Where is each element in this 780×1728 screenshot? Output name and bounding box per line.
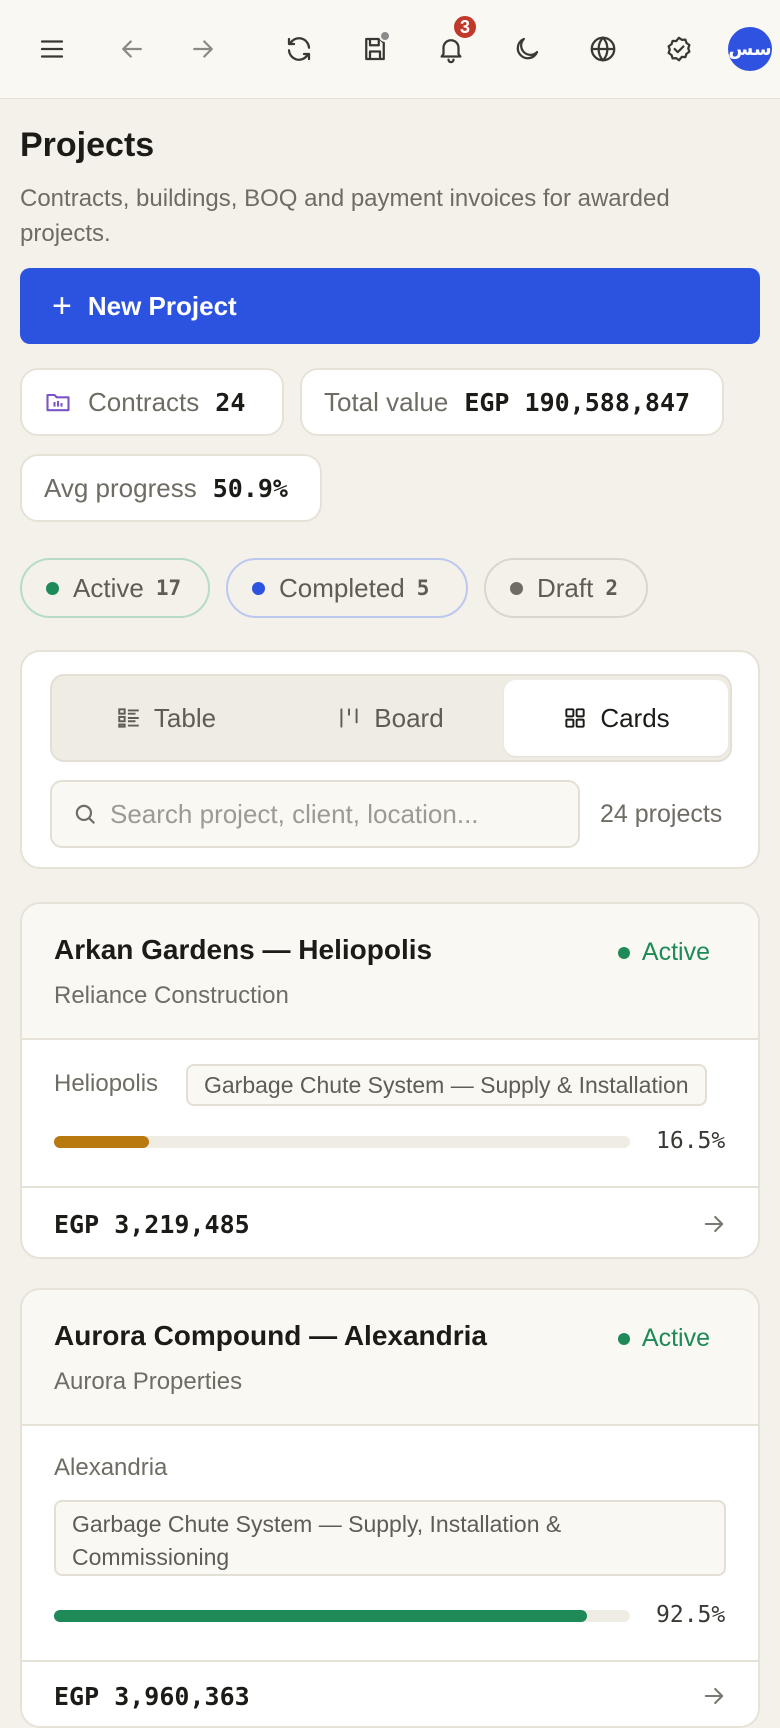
stat-avg-value: 50.9% xyxy=(212,473,288,503)
open-arrow-icon[interactable] xyxy=(700,1682,728,1710)
grid-cards-icon xyxy=(565,708,585,728)
status-chip-active[interactable]: Active 17 xyxy=(20,558,210,618)
project-count: 24 projects xyxy=(600,799,723,828)
project-card-footer: EGP 3,960,363 xyxy=(22,1660,758,1726)
status-chip-label: Draft xyxy=(537,572,594,603)
status-chip-label: Active xyxy=(73,572,144,603)
new-project-button[interactable]: + New Project xyxy=(20,268,760,344)
progress-percent: 92.5% xyxy=(656,1602,726,1628)
status-chip-completed[interactable]: Completed 5 xyxy=(226,558,468,618)
back-arrow-icon[interactable] xyxy=(110,27,154,71)
project-location: Heliopolis xyxy=(54,1070,159,1097)
project-card[interactable]: Aurora Compound — Alexandria Aurora Prop… xyxy=(20,1288,760,1728)
project-card-header: Aurora Compound — Alexandria Aurora Prop… xyxy=(22,1290,758,1426)
status-label: Active xyxy=(641,938,710,966)
project-title[interactable]: Aurora Compound — Alexandria xyxy=(54,1320,487,1352)
view-controls-panel: Table Board Cards 24 projects xyxy=(20,650,760,869)
status-chip-count: 17 xyxy=(155,576,182,600)
language-globe-icon[interactable] xyxy=(581,27,625,71)
project-amount: EGP 3,219,485 xyxy=(54,1210,250,1239)
tab-table-label: Table xyxy=(153,702,217,733)
project-location: Alexandria xyxy=(54,1454,168,1481)
verified-badge-icon[interactable] xyxy=(657,27,701,71)
top-bar: 3 سس xyxy=(0,0,780,99)
stat-avg-progress: Avg progress 50.9% xyxy=(20,454,322,522)
plus-icon: + xyxy=(52,287,72,325)
tab-board-label: Board xyxy=(374,702,444,733)
save-icon[interactable] xyxy=(353,27,397,71)
view-switcher: Table Board Cards xyxy=(50,674,732,762)
project-title[interactable]: Arkan Gardens — Heliopolis xyxy=(54,934,432,966)
project-card-footer: EGP 3,219,485 xyxy=(22,1186,758,1257)
stat-total-value-text: EGP 190,588,847 xyxy=(464,387,691,417)
stat-total-label: Total value xyxy=(324,386,449,417)
page-subtitle: Contracts, buildings, BOQ and payment in… xyxy=(20,185,670,247)
dark-mode-moon-icon[interactable] xyxy=(505,27,549,71)
completed-dot xyxy=(252,581,265,595)
project-card[interactable]: Arkan Gardens — Heliopolis Reliance Cons… xyxy=(20,902,760,1259)
unsaved-indicator xyxy=(379,30,391,42)
project-amount: EGP 3,960,363 xyxy=(54,1682,250,1711)
progress-percent: 16.5% xyxy=(656,1128,726,1154)
stat-contracts: Contracts 24 xyxy=(20,368,284,436)
folder-icon xyxy=(46,393,70,412)
progress-fill xyxy=(54,1610,587,1622)
stat-contracts-label: Contracts xyxy=(88,386,200,417)
new-project-label: New Project xyxy=(87,290,237,321)
user-avatar[interactable]: سس xyxy=(728,27,772,71)
notifications-badge: 3 xyxy=(452,14,478,40)
status-chip-label: Completed xyxy=(279,572,405,603)
status-badge: Active xyxy=(617,938,710,967)
project-client: Reliance Construction xyxy=(54,982,289,1009)
search-box xyxy=(50,780,580,848)
status-dot xyxy=(617,1332,630,1345)
progress-track xyxy=(54,1610,630,1622)
project-client: Aurora Properties xyxy=(54,1368,243,1395)
progress-track xyxy=(54,1136,630,1148)
table-list-icon xyxy=(118,708,139,728)
status-chip-count: 2 xyxy=(605,576,618,600)
notifications-bell-icon[interactable]: 3 xyxy=(429,14,478,71)
stat-avg-label: Avg progress xyxy=(44,472,197,503)
page-title: Projects xyxy=(20,126,155,164)
status-chip-count: 5 xyxy=(416,576,430,600)
menu-icon[interactable] xyxy=(30,27,74,71)
search-icon xyxy=(75,804,95,824)
refresh-icon[interactable] xyxy=(277,27,321,71)
status-badge: Active xyxy=(617,1324,710,1353)
status-label: Active xyxy=(641,1324,710,1352)
stat-contracts-value: 24 xyxy=(215,387,246,417)
status-dot xyxy=(617,946,630,959)
stat-total-value: Total value EGP 190,588,847 xyxy=(300,368,724,436)
tab-table[interactable]: Table xyxy=(56,680,276,756)
search-input[interactable] xyxy=(110,798,550,830)
board-columns-icon xyxy=(340,708,358,728)
tab-cards[interactable]: Cards xyxy=(504,680,728,756)
tab-cards-label: Cards xyxy=(600,702,670,733)
draft-dot xyxy=(510,581,523,595)
open-arrow-icon[interactable] xyxy=(700,1210,728,1238)
project-card-header: Arkan Gardens — Heliopolis Reliance Cons… xyxy=(22,904,758,1040)
scope-tag: Garbage Chute System — Supply, Installat… xyxy=(54,1500,726,1576)
scope-tag: Garbage Chute System — Supply & Installa… xyxy=(186,1064,707,1106)
active-dot xyxy=(46,581,59,595)
status-chip-draft[interactable]: Draft 2 xyxy=(484,558,648,618)
progress-fill xyxy=(54,1136,150,1148)
forward-arrow-icon[interactable] xyxy=(181,27,225,71)
tab-board[interactable]: Board xyxy=(280,680,500,756)
